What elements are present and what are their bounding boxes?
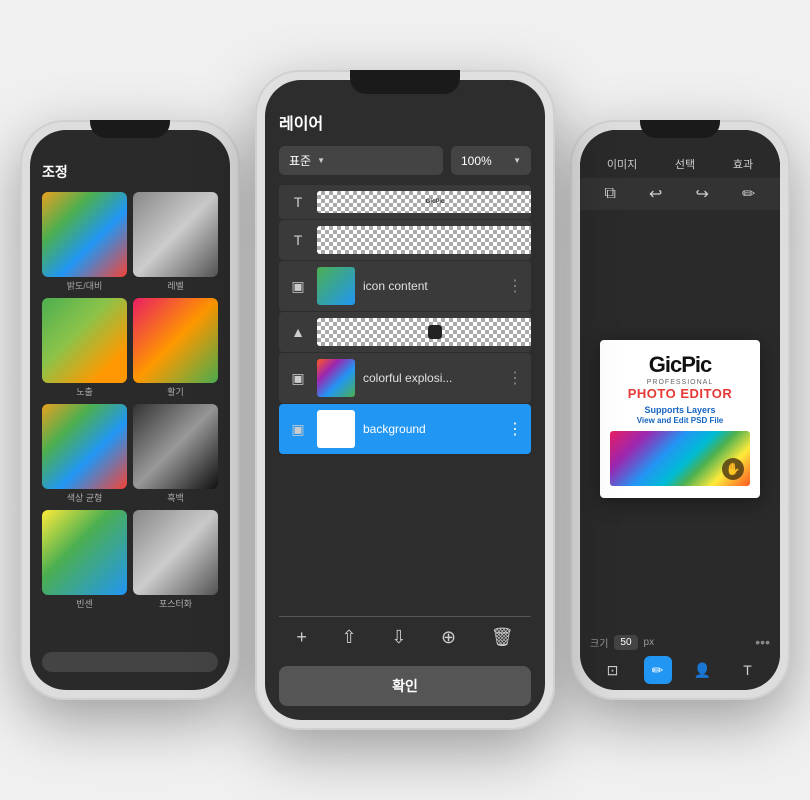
center-screen: 레이어 표준 ▼ 100% ▼ T G (265, 80, 545, 720)
list-item[interactable]: 포스터화 (133, 510, 218, 610)
layer-type-icon: T (287, 229, 309, 251)
layer-colorful[interactable]: ▣ colorful explosi... ⋮ (279, 353, 531, 403)
layer-thumbnail (317, 410, 355, 448)
opacity-dropdown[interactable]: 100% ▼ (451, 146, 531, 175)
add-layer-button[interactable]: + (296, 627, 307, 648)
list-item[interactable]: 활기 (133, 298, 218, 398)
size-value[interactable]: 50 (614, 635, 637, 650)
opacity-dropdown-arrow: ▼ (513, 156, 521, 165)
layer-type-icon: ▣ (287, 275, 309, 297)
person-icon[interactable]: 👤 (689, 656, 717, 684)
exposure-tool[interactable] (42, 298, 127, 383)
layer-thumbnail (317, 318, 531, 346)
list-item[interactable]: 밝도/대비 (42, 192, 127, 292)
merge-button[interactable]: ⊕ (441, 627, 456, 648)
layer-more-icon[interactable]: ⋮ (507, 276, 523, 296)
vibrance-tool[interactable] (133, 298, 218, 383)
size-label: 크기 (590, 635, 608, 650)
layer-actions: + ⇧ ⇩ ⊕ 🗑 (279, 616, 531, 658)
tools-grid: 밝도/대비 레벨 노출 활기 (42, 192, 218, 610)
color-balance-tool[interactable] (42, 404, 127, 489)
layer-thumbnail (317, 267, 355, 305)
brush-icon[interactable]: ✏ (742, 184, 755, 204)
confirm-button[interactable]: 확인 (279, 666, 531, 706)
list-item[interactable]: 노출 (42, 298, 127, 398)
poster-tool[interactable] (133, 510, 218, 595)
list-item[interactable]: 색상 균형 (42, 404, 127, 504)
layer-icon-content[interactable]: ▣ icon content ⋮ (279, 261, 531, 311)
right-screen: 이미지 선택 효과 ⧉ ↩ ↪ ✏ GicPic PROFESSIONAL PH… (580, 130, 780, 690)
move-up-button[interactable]: ⇧ (342, 627, 357, 648)
left-phone: 조정 밝도/대비 레벨 노출 (20, 120, 240, 700)
hand-icon[interactable]: ✋ (722, 458, 744, 480)
layer-more-icon[interactable]: ⋮ (507, 419, 523, 439)
left-notch (90, 120, 170, 138)
layer-type-icon: T (287, 191, 309, 213)
professional-label: PROFESSIONAL (610, 379, 750, 386)
supports-layers-label: Supports Layers (610, 405, 750, 415)
list-item[interactable]: 흑백 (133, 404, 218, 504)
gicpic-logo: GicPic (610, 352, 750, 378)
photo-editor-label: PHOTO EDITOR (610, 386, 750, 401)
layer-thumbnail (317, 359, 355, 397)
layer-type-icon: ▣ (287, 367, 309, 389)
crop-icon[interactable]: ⊡ (599, 656, 627, 684)
list-item[interactable]: 레벨 (133, 192, 218, 292)
mode-dropdown-arrow: ▼ (317, 156, 325, 165)
levels-tool[interactable] (133, 192, 218, 277)
list-item[interactable]: 빈센 (42, 510, 127, 610)
gicpic-card: GicPic PROFESSIONAL PHOTO EDITOR Support… (600, 340, 760, 498)
undo-icon[interactable]: ↩ (649, 184, 662, 204)
layer-gicpic[interactable]: T GicPic GicPic ⋮ (279, 185, 531, 219)
center-title: 레이어 (279, 110, 531, 134)
bw-tool[interactable] (133, 404, 218, 489)
mode-dropdown[interactable]: 표준 ▼ (279, 146, 443, 175)
tool-row: ⊡ ✏ 👤 T (590, 656, 770, 684)
nav-select[interactable]: 선택 (675, 156, 695, 172)
layer-name: icon content (363, 279, 499, 293)
layer-background[interactable]: ▣ background ⋮ (279, 404, 531, 454)
more-options-icon[interactable]: ••• (755, 634, 770, 650)
pencil-icon[interactable]: ✏ (644, 656, 672, 684)
nav-image[interactable]: 이미지 (607, 156, 637, 172)
view-edit-label: View and Edit PSD File (610, 416, 750, 425)
color-splash: ✋ (610, 431, 750, 486)
right-phone: 이미지 선택 효과 ⧉ ↩ ↪ ✏ GicPic PROFESSIONAL PH… (570, 120, 790, 700)
layer-thumbnail (317, 226, 531, 254)
vignette-tool[interactable] (42, 510, 127, 595)
dropdown-row: 표준 ▼ 100% ▼ (279, 146, 531, 175)
size-unit: px (644, 637, 655, 648)
layer-rounded-rect[interactable]: ▲ rounded rectan... ⋮ (279, 312, 531, 352)
right-toolbar: ⧉ ↩ ↪ ✏ (580, 178, 780, 210)
brightness-tool[interactable] (42, 192, 127, 277)
left-title: 조정 (42, 162, 218, 182)
layer-name: background (363, 422, 499, 436)
canvas-area: GicPic PROFESSIONAL PHOTO EDITOR Support… (580, 210, 780, 628)
layer-list: T GicPic GicPic ⋮ T Supports Layer... ⋮ (279, 185, 531, 610)
center-phone: 레이어 표준 ▼ 100% ▼ T G (255, 70, 555, 730)
text-icon[interactable]: T (734, 656, 762, 684)
layer-thumbnail: GicPic (317, 191, 531, 213)
layer-more-icon[interactable]: ⋮ (507, 368, 523, 388)
layer-name: colorful explosi... (363, 371, 499, 385)
layer-type-icon: ▲ (287, 321, 309, 343)
left-bottom-bar (42, 652, 218, 672)
nav-effects[interactable]: 효과 (733, 156, 753, 172)
redo-icon[interactable]: ↪ (696, 184, 709, 204)
scene: 조정 밝도/대비 레벨 노출 (0, 0, 810, 800)
move-down-button[interactable]: ⇩ (391, 627, 406, 648)
layers-icon[interactable]: ⧉ (605, 185, 616, 203)
layer-supports[interactable]: T Supports Layer... ⋮ (279, 220, 531, 260)
right-bottom-panel: 크기 50 px ••• ⊡ ✏ 👤 T (580, 628, 780, 690)
delete-button[interactable]: 🗑 (491, 627, 514, 648)
right-notch (640, 120, 720, 138)
center-notch (350, 70, 460, 94)
left-screen: 조정 밝도/대비 레벨 노출 (30, 130, 230, 690)
layer-type-icon: ▣ (287, 418, 309, 440)
